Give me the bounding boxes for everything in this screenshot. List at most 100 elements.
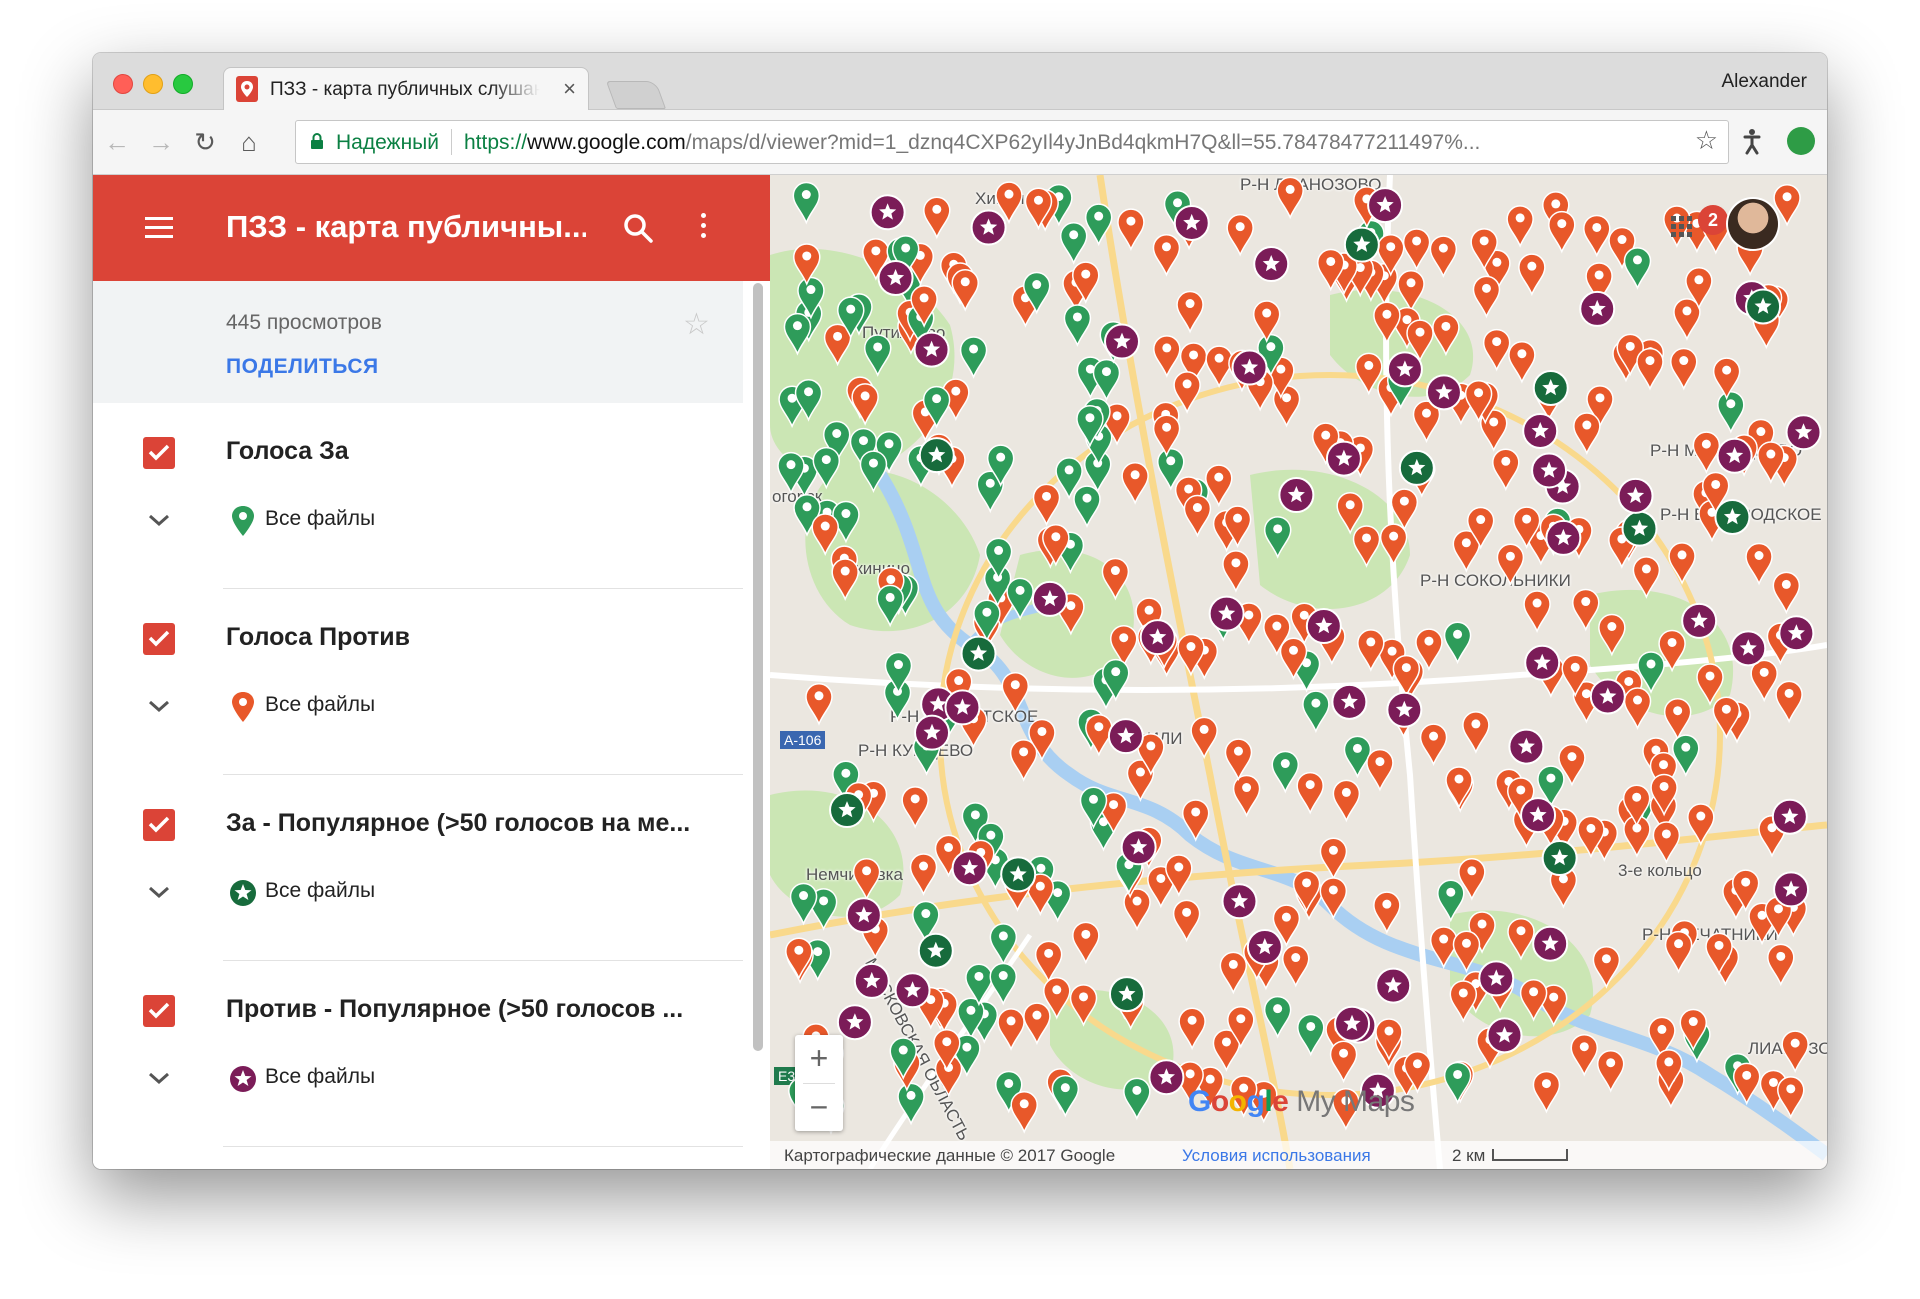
- more-vert-icon[interactable]: [697, 213, 709, 243]
- map-star-icon[interactable]: [894, 972, 931, 1009]
- map-pin-icon[interactable]: [1332, 779, 1361, 823]
- map-pin-icon[interactable]: [1397, 270, 1425, 313]
- map-star-icon[interactable]: [853, 962, 890, 999]
- map-pin-icon[interactable]: [1176, 290, 1204, 334]
- map-pin-icon[interactable]: [951, 269, 979, 312]
- map-pin-icon[interactable]: [1319, 837, 1348, 881]
- map-pin-icon[interactable]: [901, 786, 929, 829]
- map-star-icon[interactable]: [1120, 829, 1157, 866]
- map-star-icon[interactable]: [944, 689, 981, 726]
- map-star-icon[interactable]: [1579, 290, 1616, 327]
- map-pin-icon[interactable]: [1664, 930, 1693, 974]
- map-pin-icon[interactable]: [876, 584, 904, 628]
- map-pin-icon[interactable]: [805, 683, 833, 726]
- map-pin-icon[interactable]: [852, 858, 881, 901]
- map-pin-icon[interactable]: [1010, 1091, 1038, 1134]
- map-pin-icon[interactable]: [1357, 629, 1385, 672]
- map-pin-icon[interactable]: [1449, 980, 1478, 1023]
- map-pin-icon[interactable]: [1319, 877, 1348, 920]
- map-star-icon[interactable]: [1325, 440, 1362, 477]
- map-pin-icon[interactable]: [1224, 738, 1253, 782]
- map-pin-icon[interactable]: [897, 1082, 925, 1126]
- map-pin-icon[interactable]: [1570, 1033, 1599, 1077]
- map-pin-icon[interactable]: [1276, 176, 1304, 220]
- layer-checkbox[interactable]: [143, 437, 175, 469]
- map-star-icon[interactable]: [1478, 960, 1515, 997]
- map-pin-icon[interactable]: [1781, 1030, 1809, 1074]
- map-pin-icon[interactable]: [1429, 926, 1458, 970]
- map-pin-icon[interactable]: [1183, 494, 1212, 538]
- map-pin-icon[interactable]: [1336, 492, 1364, 535]
- map-pin-icon[interactable]: [1452, 930, 1481, 974]
- map-pin-icon[interactable]: [1072, 921, 1100, 965]
- map-pin-icon[interactable]: [1583, 214, 1611, 258]
- map-pin-icon[interactable]: [1226, 213, 1254, 257]
- map-pin-icon[interactable]: [1352, 525, 1381, 568]
- map-star-icon[interactable]: [1221, 883, 1258, 920]
- map-pin-icon[interactable]: [783, 312, 812, 356]
- map-star-icon[interactable]: [1778, 615, 1815, 652]
- layer-checkbox[interactable]: [143, 995, 175, 1027]
- map-pin-icon[interactable]: [1281, 944, 1310, 988]
- map-star-icon[interactable]: [1785, 414, 1822, 451]
- map-pin-icon[interactable]: [1732, 1062, 1761, 1106]
- map-pin-icon[interactable]: [792, 181, 821, 225]
- layer-checkbox[interactable]: [143, 809, 175, 841]
- map-pin-icon[interactable]: [1432, 313, 1460, 357]
- map-pin-icon[interactable]: [1023, 1002, 1051, 1046]
- layer-title[interactable]: За - Популярное (>50 голосов на ме...: [226, 809, 716, 838]
- map-pin-icon[interactable]: [1123, 1077, 1151, 1121]
- map-star-icon[interactable]: [1771, 798, 1808, 835]
- map-pin-icon[interactable]: [1623, 247, 1652, 290]
- map-pin-icon[interactable]: [1178, 1007, 1206, 1051]
- browser-tab[interactable]: ПЗЗ - карта публичных слушаний ×: [223, 67, 589, 111]
- map-pin-icon[interactable]: [1673, 298, 1701, 341]
- map-pin-icon[interactable]: [1443, 1061, 1472, 1105]
- favorite-star-icon[interactable]: ☆: [683, 307, 710, 342]
- map-pin-icon[interactable]: [863, 334, 892, 377]
- map-pin-icon[interactable]: [1152, 234, 1181, 277]
- map-pin-icon[interactable]: [1101, 557, 1130, 601]
- url-text[interactable]: https://www.google.com/maps/d/viewer?mid…: [464, 131, 1660, 155]
- map-pin-icon[interactable]: [1506, 205, 1534, 248]
- map-pin-icon[interactable]: [1117, 208, 1145, 252]
- map-pin-icon[interactable]: [1772, 571, 1801, 615]
- map-pin-icon[interactable]: [1181, 799, 1210, 842]
- map-star-icon[interactable]: [1231, 349, 1268, 386]
- map-pin-icon[interactable]: [1717, 390, 1745, 434]
- legend-label[interactable]: Все файлы: [265, 693, 375, 717]
- map-pin-icon[interactable]: [1437, 879, 1465, 923]
- map-star-icon[interactable]: [1103, 323, 1140, 360]
- map-pin-icon[interactable]: [1636, 347, 1664, 391]
- map-star-icon[interactable]: [1331, 683, 1368, 720]
- map-star-icon[interactable]: [1532, 369, 1569, 406]
- map-pin-icon[interactable]: [1687, 803, 1715, 847]
- tab-close-icon[interactable]: ×: [563, 76, 576, 102]
- map-pin-icon[interactable]: [1745, 542, 1773, 586]
- map-star-icon[interactable]: [1745, 288, 1782, 325]
- map-star-icon[interactable]: [829, 792, 866, 829]
- map-star-icon[interactable]: [1681, 602, 1718, 639]
- map-pin-icon[interactable]: [1523, 590, 1551, 633]
- map-star-icon[interactable]: [1386, 351, 1423, 388]
- map-pin-icon[interactable]: [909, 853, 938, 896]
- map-pin-icon[interactable]: [1084, 203, 1113, 247]
- map-pin-icon[interactable]: [1051, 1074, 1080, 1118]
- map-pin-icon[interactable]: [1366, 748, 1394, 792]
- map-pin-icon[interactable]: [1777, 1076, 1805, 1119]
- map-pin-icon[interactable]: [997, 1008, 1025, 1051]
- home-icon[interactable]: ⌂: [231, 124, 267, 160]
- notifications-badge[interactable]: 2: [1698, 205, 1728, 235]
- map-star-icon[interactable]: [1375, 967, 1412, 1004]
- map-pin-icon[interactable]: [1532, 1070, 1561, 1114]
- map-pin-icon[interactable]: [1445, 766, 1473, 809]
- legend-label[interactable]: Все файлы: [265, 1065, 375, 1089]
- map-pin-icon[interactable]: [1596, 1049, 1625, 1093]
- map-star-icon[interactable]: [1108, 976, 1145, 1013]
- legend-label[interactable]: Все файлы: [265, 879, 375, 903]
- menu-icon[interactable]: [145, 217, 173, 238]
- map-pin-icon[interactable]: [1419, 723, 1448, 767]
- map-pin-icon[interactable]: [1121, 462, 1149, 505]
- map-pin-icon[interactable]: [1263, 995, 1292, 1039]
- map-pin-icon[interactable]: [1001, 671, 1030, 715]
